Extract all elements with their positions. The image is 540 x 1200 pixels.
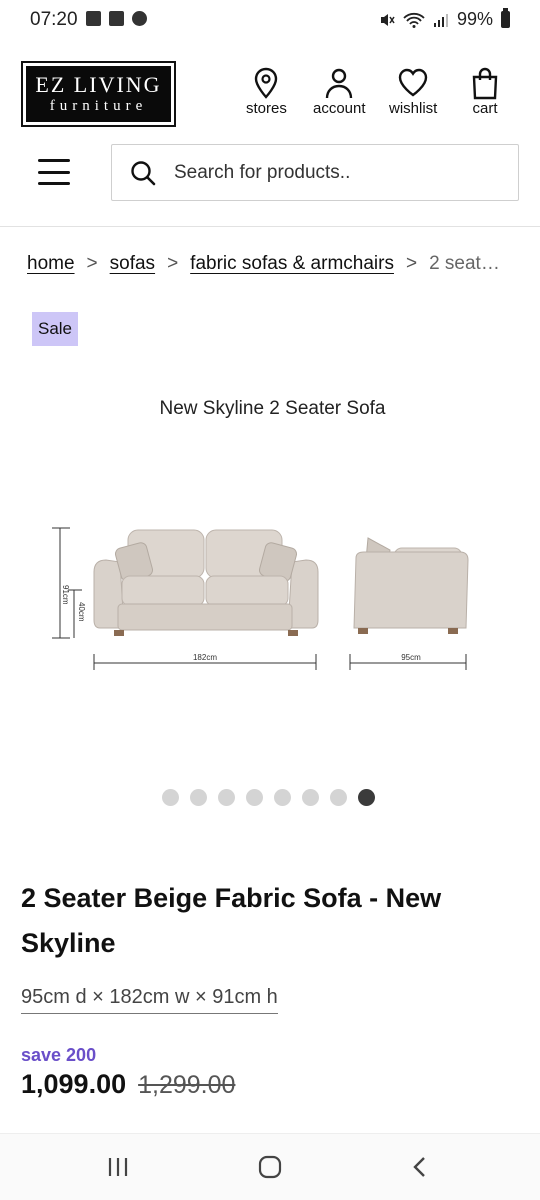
- carousel-dot[interactable]: [218, 789, 235, 806]
- sofa-side-view: [353, 537, 469, 634]
- breadcrumb-home[interactable]: home: [27, 253, 75, 275]
- carousel-dot[interactable]: [190, 789, 207, 806]
- android-nav-bar: [0, 1133, 540, 1200]
- header-divider: [0, 226, 540, 227]
- account-label: account: [313, 100, 366, 117]
- height-label: 91cm: [61, 585, 70, 605]
- sale-badge: Sale: [32, 312, 78, 346]
- sofa-front-view: [93, 529, 319, 636]
- product-image[interactable]: New Skyline 2 Seater Sofa 91cm 40cm 182c…: [0, 380, 540, 770]
- search-icon[interactable]: [130, 160, 156, 186]
- user-icon: [326, 68, 353, 99]
- carousel-dot[interactable]: [358, 789, 375, 806]
- breadcrumb-fabric-sofas[interactable]: fabric sofas & armchairs: [190, 253, 394, 275]
- bag-icon: [472, 67, 498, 100]
- heart-icon: [398, 68, 428, 97]
- cart-label: cart: [472, 100, 498, 117]
- depth-label: 95cm: [401, 653, 421, 662]
- search-input[interactable]: [174, 159, 504, 187]
- battery-percent: 99%: [456, 9, 493, 29]
- battery-icon: [501, 8, 510, 28]
- chat-icon: [132, 11, 147, 26]
- wishlist-link[interactable]: wishlist: [389, 66, 437, 117]
- carousel-dots: [162, 789, 375, 806]
- status-notification-icons: [86, 11, 147, 26]
- wifi-icon: [403, 12, 425, 28]
- location-pin-icon: [255, 67, 278, 99]
- breadcrumb-separator: >: [86, 253, 98, 274]
- breadcrumb-separator: >: [167, 253, 179, 274]
- recent-apps-icon[interactable]: [98, 1152, 138, 1182]
- product-dimensions-link[interactable]: 95cm d × 182cm w × 91cm h: [21, 986, 278, 1014]
- breadcrumb: home > sofas > fabric sofas & armchairs …: [27, 253, 500, 275]
- image-icon: [86, 11, 101, 26]
- home-icon[interactable]: [250, 1152, 290, 1182]
- wishlist-label: wishlist: [389, 100, 438, 117]
- breadcrumb-sofas[interactable]: sofas: [110, 253, 155, 275]
- mute-icon: [380, 13, 395, 26]
- search-bar[interactable]: [111, 144, 519, 201]
- sofa-dimension-drawing: 91cm 40cm 182cm 95cm: [52, 527, 469, 670]
- stores-link[interactable]: stores: [246, 66, 287, 117]
- hamburger-menu-icon[interactable]: [38, 159, 70, 185]
- width-label: 182cm: [193, 653, 217, 662]
- carousel-dot[interactable]: [330, 789, 347, 806]
- back-icon[interactable]: [400, 1152, 440, 1182]
- status-bar: 07:20 99%: [0, 0, 540, 40]
- carousel-dot[interactable]: [302, 789, 319, 806]
- carousel-dot[interactable]: [274, 789, 291, 806]
- breadcrumb-separator: >: [405, 253, 418, 274]
- current-price: 1,099.00: [21, 1069, 127, 1099]
- logo-line2: furniture: [49, 98, 148, 114]
- carousel-dot[interactable]: [162, 789, 179, 806]
- signal-icon: [433, 13, 448, 27]
- stores-label: stores: [246, 100, 287, 117]
- status-time: 07:20: [30, 9, 78, 30]
- price-row: 1,099.00 1,299.00: [21, 1069, 235, 1100]
- account-link[interactable]: account: [313, 66, 366, 117]
- status-system-icons: 99%: [379, 8, 510, 30]
- ez-living-logo[interactable]: EZ LIVING furniture: [21, 61, 176, 127]
- save-amount: save 200: [21, 1045, 97, 1065]
- record-icon: [109, 11, 124, 26]
- cart-link[interactable]: cart: [469, 66, 501, 117]
- original-price: 1,299.00: [138, 1071, 236, 1099]
- seat-height-label: 40cm: [77, 602, 86, 622]
- product-title: 2 Seater Beige Fabric Sofa - New Skyline: [21, 883, 442, 958]
- carousel-dot[interactable]: [246, 789, 263, 806]
- logo-line1: EZ LIVING: [35, 72, 162, 97]
- breadcrumb-current: 2 seat…: [429, 253, 500, 274]
